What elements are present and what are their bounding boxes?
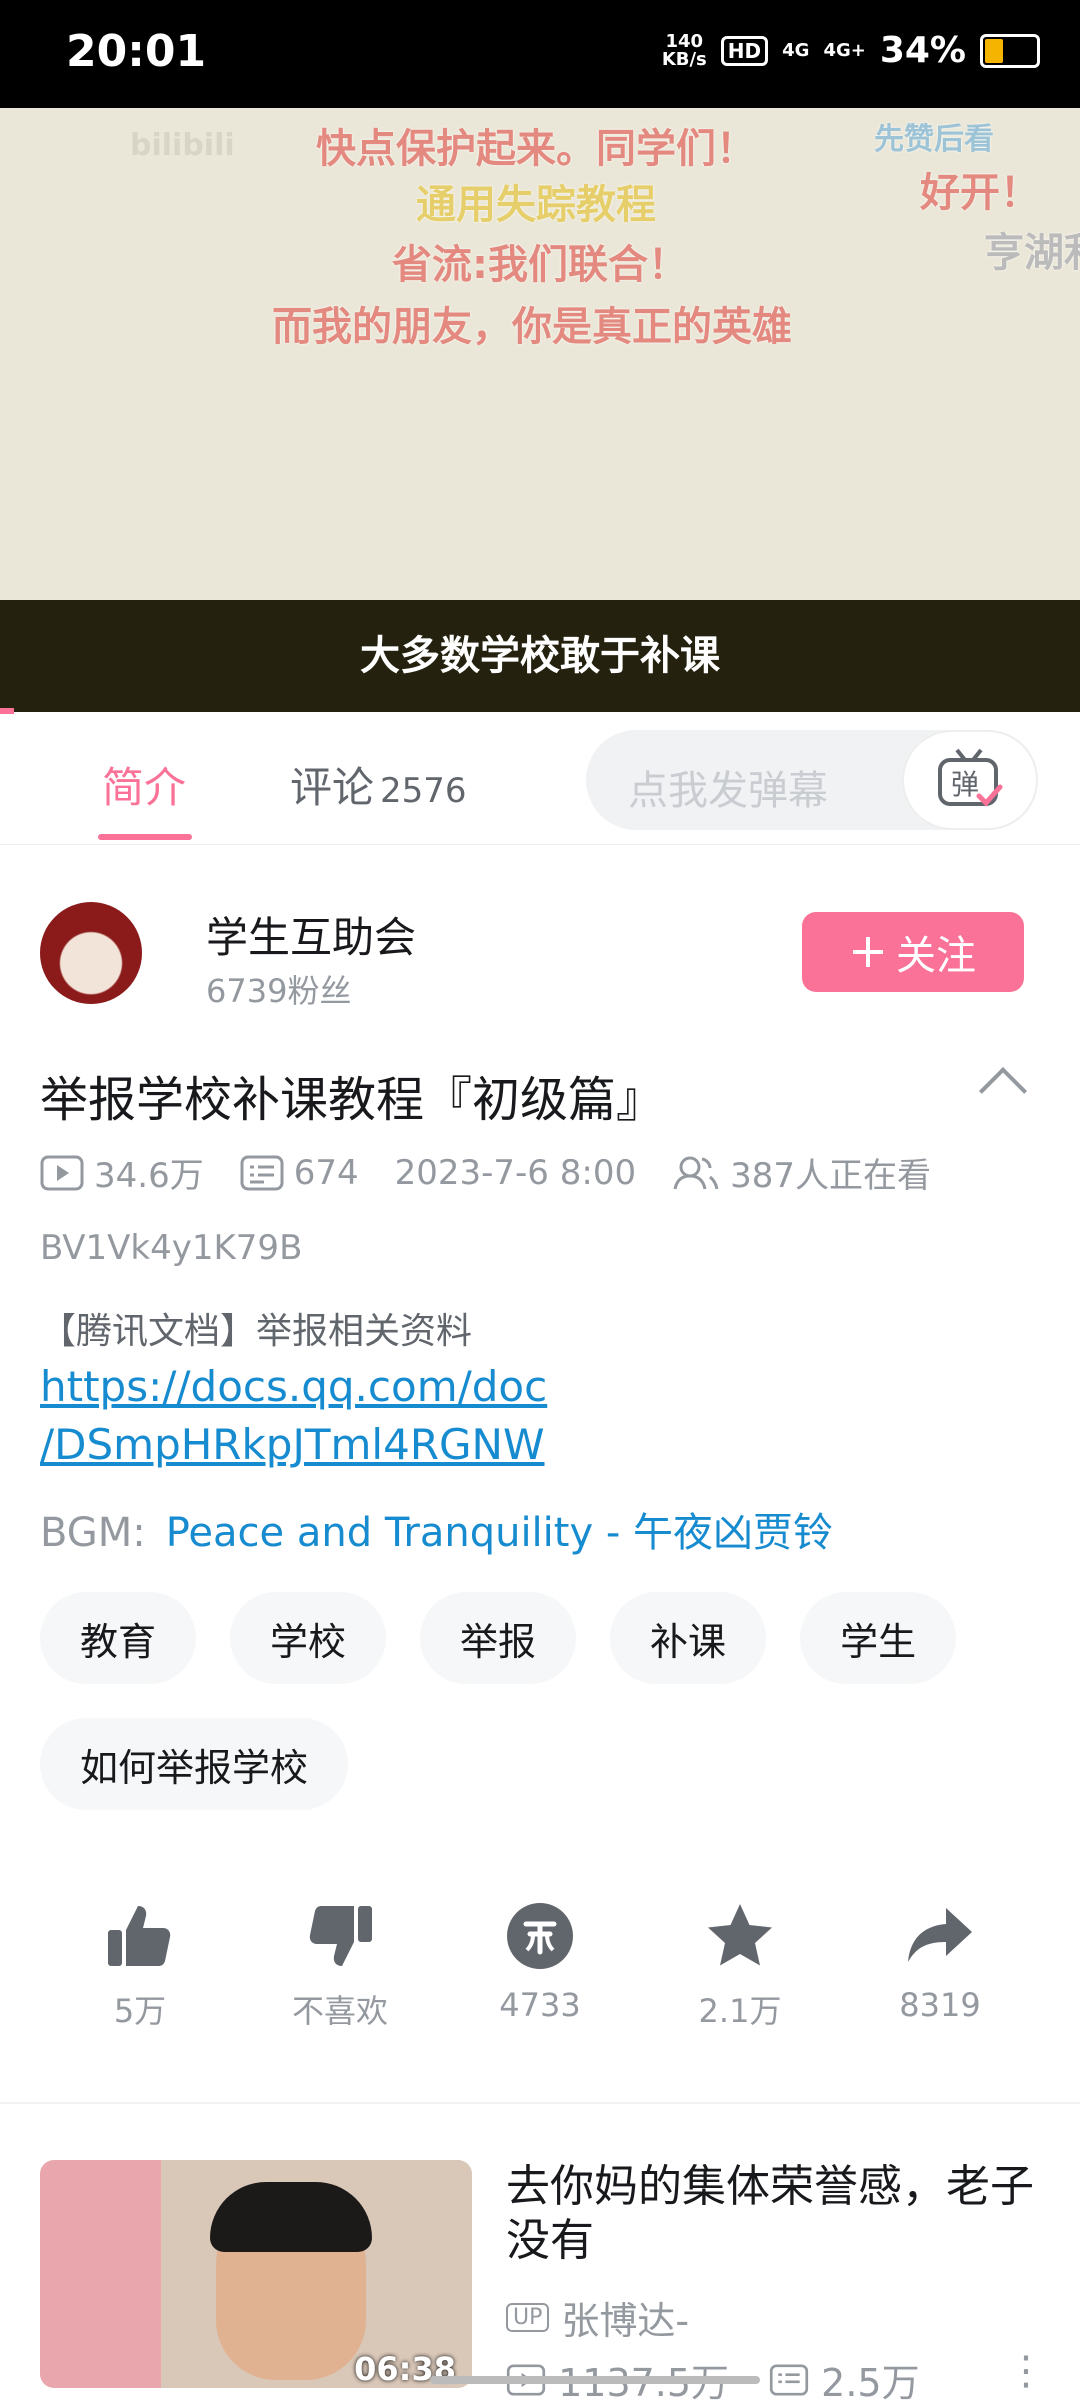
danmaku-placeholder: 点我发弹幕: [628, 768, 828, 814]
play-count-icon: [40, 1155, 84, 1190]
battery-percent: 34%: [879, 30, 966, 71]
recommend-title[interactable]: 去你妈的集体荣誉感，老子没有: [506, 2160, 1046, 2268]
clock: 20:01: [66, 26, 207, 77]
video-title: 举报学校补课教程『初级篇』: [40, 1072, 665, 1128]
signal-sim1-icon: 4G: [782, 40, 810, 61]
collapse-chevron-icon[interactable]: [978, 1066, 1028, 1116]
viewers-icon: [673, 1156, 719, 1189]
section-divider: [0, 2102, 1080, 2104]
tag-chip[interactable]: 举报: [420, 1592, 577, 1684]
bgm-link[interactable]: Peace and Tranquility - 午夜凶贾铃: [166, 1510, 833, 1556]
description-text: 【腾讯文档】举报相关资料: [40, 1311, 473, 1352]
bgm-line: BGM: Peace and Tranquility - 午夜凶贾铃: [40, 1500, 833, 1558]
tab-intro[interactable]: 简介: [102, 754, 186, 815]
status-bar: 20:01 140 KB/s HD 4G 4G+ 34%: [0, 0, 1080, 108]
status-icons: 140 KB/s HD 4G 4G+ 34%: [662, 30, 1040, 71]
danmaku-comment: 通用失踪教程: [416, 182, 656, 228]
tab-indicator: [98, 834, 192, 840]
bilibili-watermark: bilibili: [130, 128, 235, 163]
danmaku-comment: 好开！: [920, 170, 1040, 216]
uploader-name[interactable]: 学生互助会: [206, 904, 416, 965]
danmaku-count-icon: [769, 2364, 809, 2396]
thumbs-down-icon: [309, 1906, 372, 1966]
tab-comments[interactable]: 评论 2576: [290, 754, 467, 815]
tag-chip[interactable]: 学校: [230, 1592, 387, 1684]
danmaku-tv-icon: 弹: [938, 748, 1003, 807]
danmaku-comment: 快点保护起来。同学们！: [316, 126, 756, 172]
detail-tabs: 简介 评论 2576 点我发弹幕 弹: [0, 714, 1080, 845]
bgm-label: BGM:: [40, 1510, 146, 1556]
danmaku-toggle-button[interactable]: 弹: [902, 730, 1038, 830]
video-player[interactable]: bilibili 快点保护起来。同学们！ 通用失踪教程 省流:我们联合！ 而我的…: [0, 108, 1080, 600]
share-button[interactable]: 8319: [840, 1900, 1040, 2032]
danmaku-comment: 而我的朋友，你是真正的英雄: [272, 304, 792, 350]
tag-chip[interactable]: 如何举报学校: [40, 1718, 349, 1810]
danmaku-count-icon: [240, 1155, 284, 1190]
up-badge-icon: UP: [506, 2303, 550, 2332]
danmaku-comment: 亨湖利: [984, 230, 1080, 276]
bvid: BV1Vk4y1K79B: [40, 1228, 303, 1268]
battery-icon: [980, 33, 1040, 68]
gesture-home-bar[interactable]: [430, 2376, 760, 2384]
action-bar: 5万 不喜欢 4733 2.1万 8319: [40, 1900, 1040, 2032]
star-icon: [708, 1904, 772, 1966]
watching-now: 387人正在看: [672, 1148, 931, 1197]
tag-chip[interactable]: 教育: [40, 1592, 197, 1684]
tag-list: 教育 学校 举报 补课 学生 如何举报学校: [40, 1592, 1050, 1810]
recommend-thumbnail[interactable]: 06:38: [40, 2160, 472, 2388]
video-meta: 34.6万 674 2023-7-6 8:00 387人正在看: [40, 1148, 967, 1197]
favorite-button[interactable]: 2.1万: [640, 1900, 840, 2032]
thumbnail-hair: [210, 2182, 372, 2252]
danmaku-comment: 省流:我们联合！: [392, 242, 688, 288]
signal-sim2-icon: 4G+: [823, 40, 866, 61]
svg-text:弹: 弹: [951, 768, 979, 801]
tag-chip[interactable]: 学生: [800, 1592, 957, 1684]
thumbs-up-icon: [108, 1906, 171, 1966]
coin-button[interactable]: 4733: [440, 1900, 640, 2032]
follow-button[interactable]: 关注: [802, 912, 1024, 992]
recommend-danmaku: 2.5万: [769, 2352, 920, 2407]
danmaku-input[interactable]: 点我发弹幕 弹: [586, 730, 1038, 830]
plus-icon: [853, 937, 883, 967]
uploader-fans: 6739粉丝: [206, 972, 352, 1010]
recommend-uploader[interactable]: UP 张博达-: [506, 2290, 689, 2345]
coin-icon: [507, 1903, 573, 1969]
more-options-icon[interactable]: ⋮: [1006, 2348, 1046, 2394]
dislike-button[interactable]: 不喜欢: [240, 1900, 440, 2032]
view-count: 34.6万: [40, 1148, 204, 1197]
comments-count: 2576: [380, 771, 467, 811]
description-link[interactable]: https://docs.qq.com/doc /DSmpHRkpJTml4RG…: [40, 1358, 547, 1474]
publish-date: 2023-7-6 8:00: [394, 1152, 637, 1193]
tag-chip[interactable]: 补课: [610, 1592, 767, 1684]
video-subtitle: 大多数学校敢于补课: [0, 600, 1080, 712]
uploader-avatar[interactable]: [40, 902, 142, 1004]
danmaku-count: 674: [240, 1153, 359, 1193]
danmaku-comment: 先赞后看: [874, 122, 994, 157]
like-button[interactable]: 5万: [40, 1900, 240, 2032]
hd-voice-icon: HD: [720, 35, 769, 66]
network-speed: 140 KB/s: [661, 30, 707, 70]
share-arrow-icon: [908, 1908, 972, 1962]
